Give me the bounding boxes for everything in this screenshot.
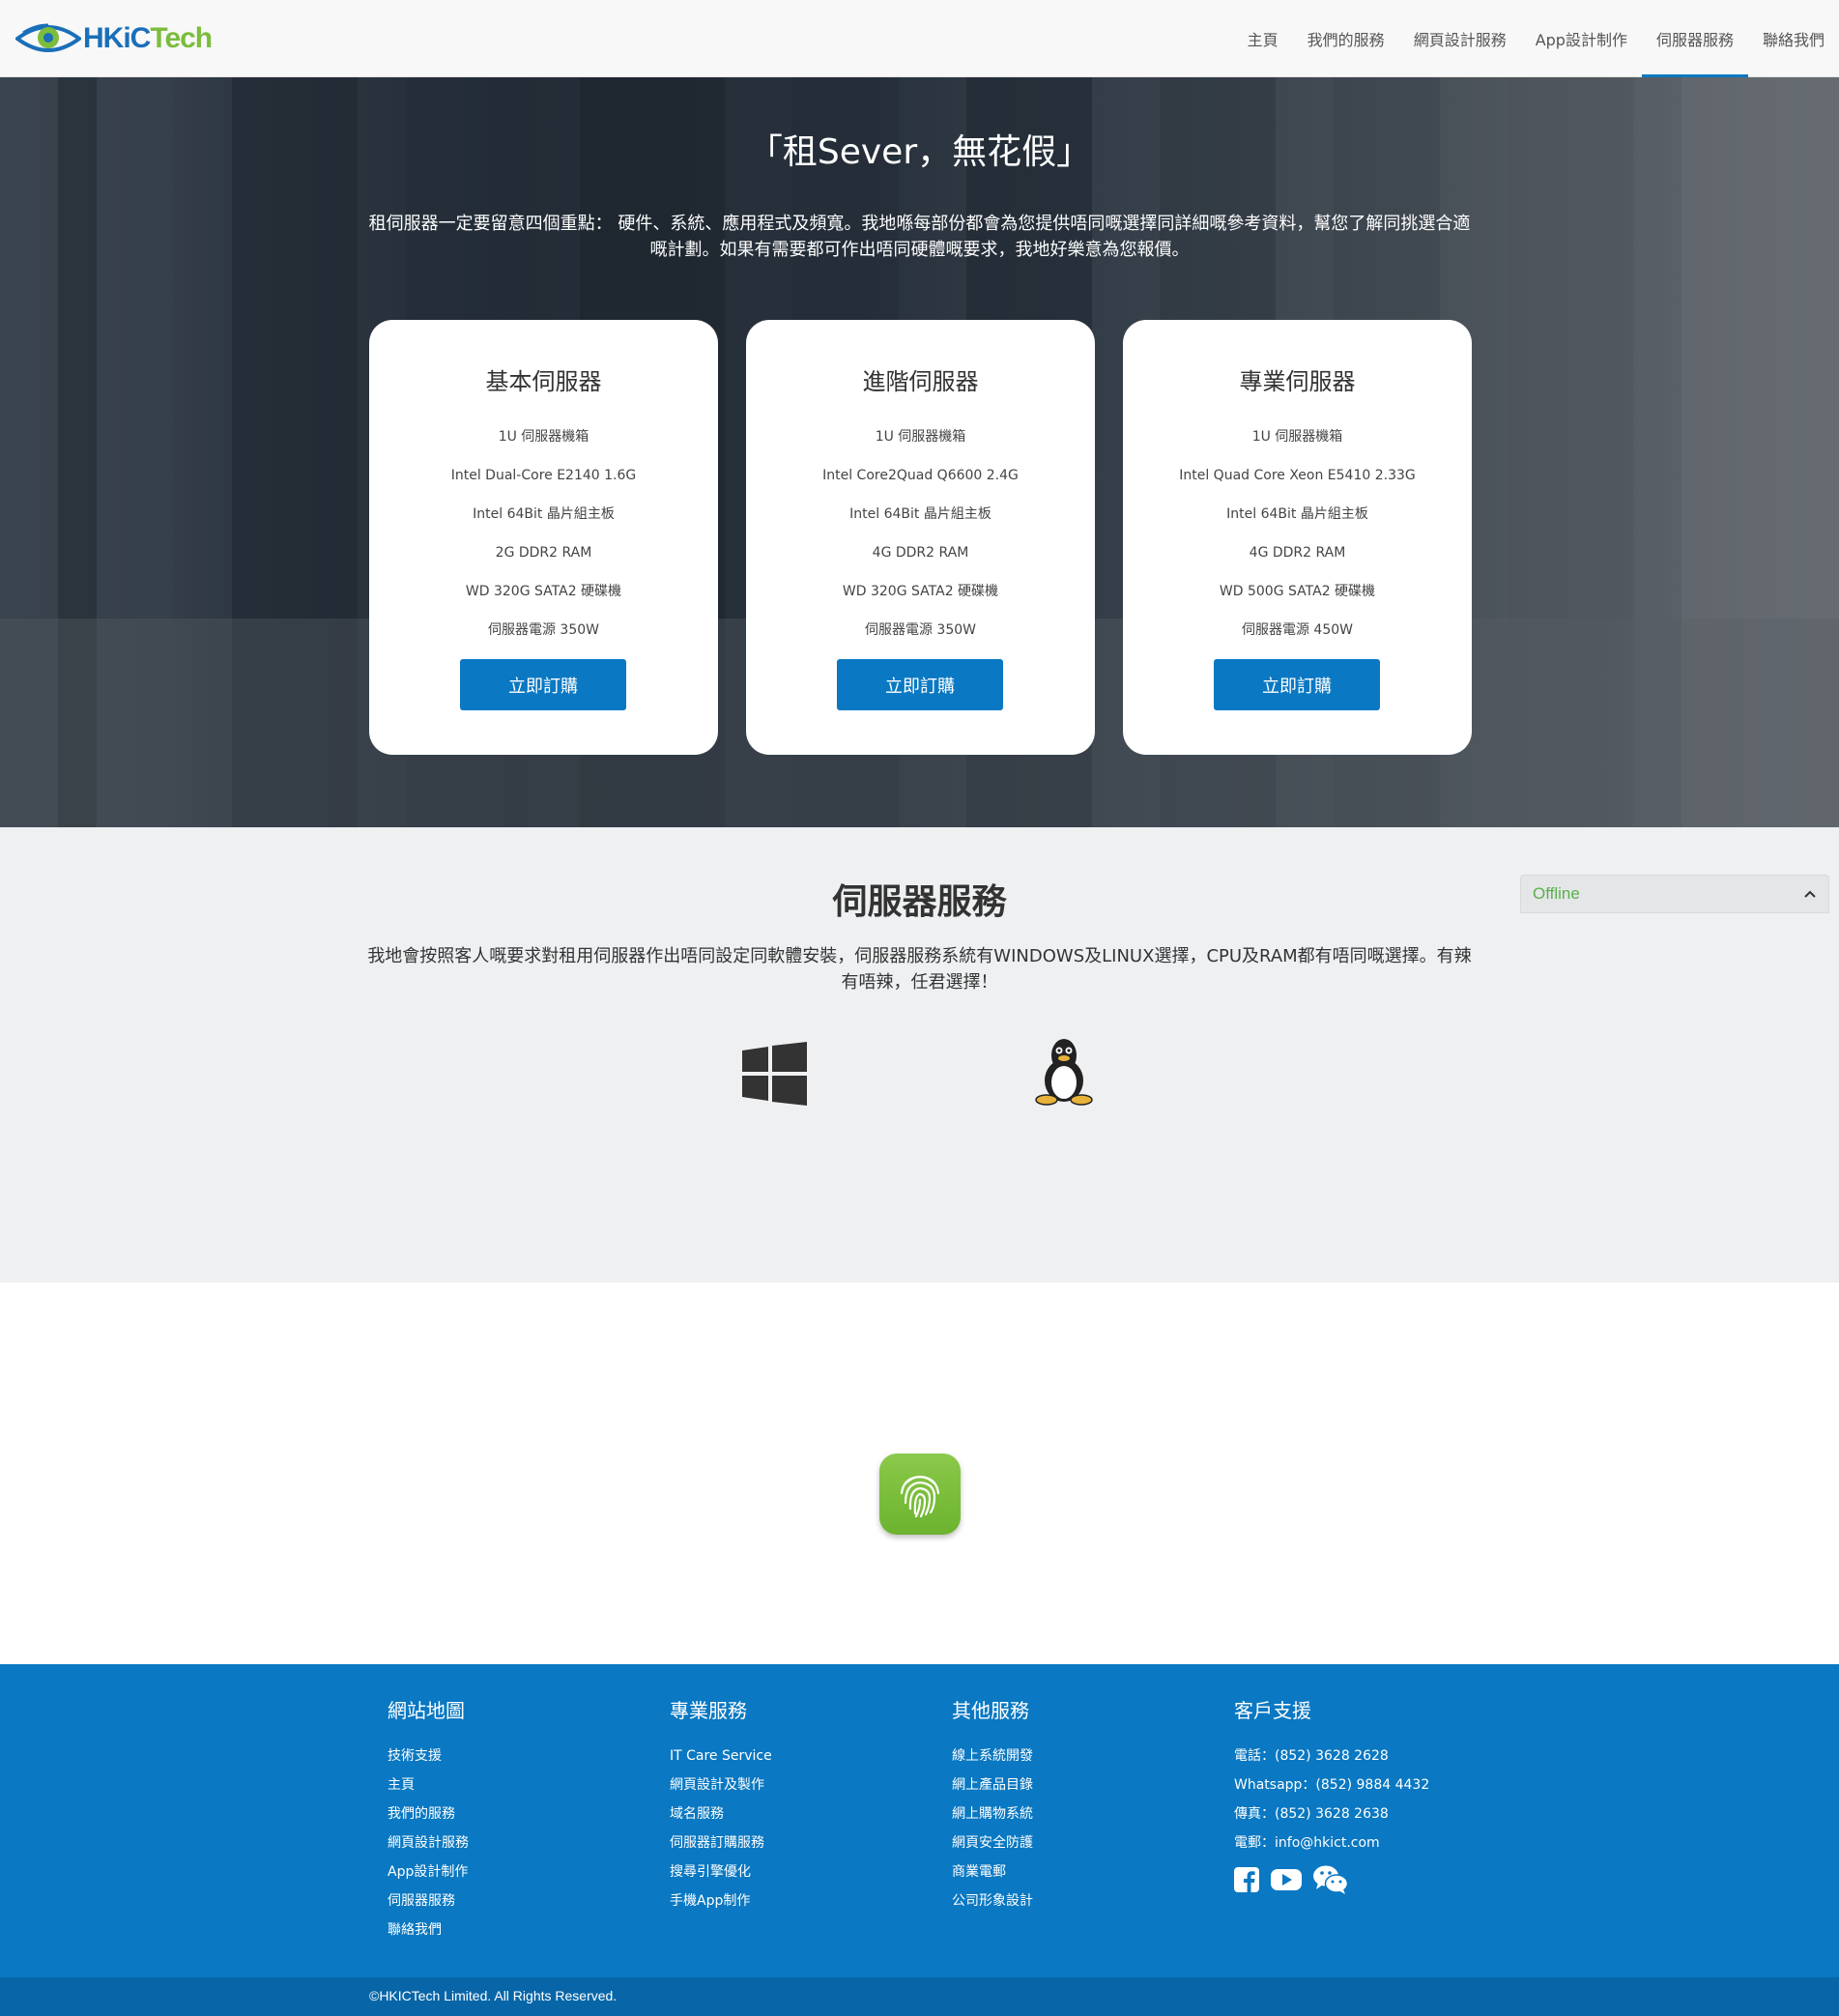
fingerprint-icon: [879, 1454, 961, 1535]
chat-status: Offline: [1533, 884, 1580, 903]
footer-link[interactable]: 伺服器訂購服務: [670, 1829, 772, 1858]
footer-link[interactable]: 網上購物系統: [952, 1800, 1033, 1829]
support-email[interactable]: 電郵：info@hkict.com: [1234, 1829, 1429, 1858]
footer-link[interactable]: 域名服務: [670, 1800, 772, 1829]
plan-spec-list: 1U 伺服器機箱 Intel Core2Quad Q6600 2.4G Inte…: [746, 418, 1095, 649]
footer-link[interactable]: 手機App制作: [670, 1886, 772, 1915]
navbar: HKiCTech 主頁 我們的服務 網頁設計服務 App設計制作 伺服器服務 聯…: [0, 0, 1839, 77]
copyright-text: ©HKICTech Limited. All Rights Reserved.: [369, 1988, 618, 2003]
support-fax: 傳真：(852) 3628 2638: [1234, 1806, 1389, 1822]
plan-spec: Intel 64Bit 晶片組主板: [473, 506, 615, 522]
site-logo[interactable]: HKiCTech: [15, 15, 213, 62]
eye-logo-icon: [15, 23, 81, 52]
footer-column-title: 網站地圖: [388, 1699, 465, 1722]
footer-column-title: 客戶支援: [1234, 1699, 1311, 1722]
plan-spec: WD 320G SATA2 硬碟機: [465, 584, 622, 599]
plan-spec: Intel Quad Core Xeon E5410 2.33G: [1179, 468, 1416, 483]
footer-link[interactable]: 商業電郵: [952, 1858, 1033, 1886]
copyright-bar: ©HKICTech Limited. All Rights Reserved.: [0, 1977, 1839, 2016]
plan-spec: Intel 64Bit 晶片組主板: [849, 506, 991, 522]
footer-link[interactable]: 線上系統開發: [952, 1742, 1033, 1771]
footer-column-title: 專業服務: [670, 1699, 747, 1722]
plan-spec: Intel 64Bit 晶片組主板: [1226, 506, 1368, 522]
footer-link[interactable]: 我們的服務: [388, 1800, 469, 1829]
footer-link[interactable]: 網頁設計及製作: [670, 1771, 772, 1800]
plan-spec: 1U 伺服器機箱: [1251, 429, 1343, 445]
main-nav: 主頁 我們的服務 網頁設計服務 App設計制作 伺服器服務 聯絡我們: [1233, 0, 1839, 77]
footer-link[interactable]: 網上產品目錄: [952, 1771, 1033, 1800]
footer-link[interactable]: 搜尋引擎優化: [670, 1858, 772, 1886]
order-now-button[interactable]: 立即訂購: [1214, 659, 1380, 710]
footer-column-customer-support: 客戶支援 電話：(852) 3628 2628 Whatsapp：(852) 9…: [1234, 1697, 1429, 1898]
hero-section: 「租Sever，無花假」 租伺服器一定要留意四個重點： 硬件、系統、應用程式及頻…: [0, 77, 1839, 827]
plan-spec: 伺服器電源 450W: [1241, 622, 1353, 638]
footer-link[interactable]: App設計制作: [388, 1858, 469, 1886]
plan-spec-list: 1U 伺服器機箱 Intel Quad Core Xeon E5410 2.33…: [1123, 418, 1472, 649]
hero-description: 租伺服器一定要留意四個重點： 硬件、系統、應用程式及頻寬。我地喺每部份都會為您提…: [368, 214, 1471, 260]
support-whatsapp[interactable]: Whatsapp：(852) 9884 4432: [1234, 1771, 1429, 1800]
plan-spec: 1U 伺服器機箱: [875, 429, 966, 445]
footer-link[interactable]: 網頁安全防護: [952, 1829, 1033, 1858]
footer-column-sitemap: 網站地圖 技術支援 主頁 我們的服務 網頁設計服務 App設計制作 伺服器服務 …: [388, 1697, 469, 1944]
fingerprint-section: [0, 1282, 1839, 1664]
plan-spec: 伺服器電源 350W: [487, 622, 599, 638]
plan-spec: Intel Dual-Core E2140 1.6G: [450, 468, 637, 483]
chat-widget[interactable]: Offline: [1520, 875, 1829, 913]
footer-column-other-services: 其他服務 線上系統開發 網上產品目錄 網上購物系統 網頁安全防護 商業電郵 公司…: [952, 1697, 1033, 1915]
plan-spec: WD 320G SATA2 硬碟機: [842, 584, 999, 599]
facebook-icon[interactable]: [1234, 1867, 1259, 1896]
section-description: 我地會按照客人嘅要求對租用伺服器作出唔同設定同軟體安裝，伺服器服務系統有WIND…: [367, 946, 1472, 993]
footer-link[interactable]: 公司形象設計: [952, 1886, 1033, 1915]
nav-home[interactable]: 主頁: [1233, 0, 1293, 77]
chevron-up-icon: [1804, 890, 1816, 898]
nav-contact[interactable]: 聯絡我們: [1748, 0, 1839, 77]
youtube-icon[interactable]: [1271, 1868, 1302, 1895]
plan-spec: Intel Core2Quad Q6600 2.4G: [822, 468, 1019, 483]
order-now-button[interactable]: 立即訂購: [837, 659, 1003, 710]
social-links: [1234, 1865, 1429, 1898]
hero-title: 「租Sever，無花假」: [747, 132, 1092, 172]
plan-card-advanced: 進階伺服器 1U 伺服器機箱 Intel Core2Quad Q6600 2.4…: [746, 320, 1095, 755]
linux-icon: [1035, 1039, 1093, 1106]
plan-spec: 4G DDR2 RAM: [1249, 545, 1346, 561]
footer-link[interactable]: 主頁: [388, 1771, 469, 1800]
logo-text: HKiCTech: [83, 22, 213, 54]
plan-title: 進階伺服器: [862, 368, 979, 395]
wechat-icon[interactable]: [1313, 1865, 1349, 1898]
footer-link[interactable]: 聯絡我們: [388, 1915, 469, 1944]
footer-link[interactable]: 伺服器服務: [388, 1886, 469, 1915]
footer-link[interactable]: 技術支援: [388, 1742, 469, 1771]
plan-spec: 2G DDR2 RAM: [495, 545, 592, 561]
plan-title: 專業伺服器: [1239, 368, 1356, 395]
plan-spec: 1U 伺服器機箱: [498, 429, 589, 445]
order-now-button[interactable]: 立即訂購: [460, 659, 626, 710]
plan-card-basic: 基本伺服器 1U 伺服器機箱 Intel Dual-Core E2140 1.6…: [369, 320, 718, 755]
nav-app-design[interactable]: App設計制作: [1521, 0, 1642, 77]
plan-spec: WD 500G SATA2 硬碟機: [1219, 584, 1376, 599]
plan-title: 基本伺服器: [485, 368, 602, 395]
footer-column-title: 其他服務: [952, 1699, 1029, 1722]
nav-server-services[interactable]: 伺服器服務: [1641, 0, 1749, 77]
nav-web-design[interactable]: 網頁設計服務: [1399, 0, 1521, 77]
footer-link[interactable]: IT Care Service: [670, 1742, 772, 1771]
plan-spec: 伺服器電源 350W: [864, 622, 976, 638]
footer-link[interactable]: 網頁設計服務: [388, 1829, 469, 1858]
windows-icon: [742, 1042, 807, 1106]
footer: 網站地圖 技術支援 主頁 我們的服務 網頁設計服務 App設計制作 伺服器服務 …: [0, 1664, 1839, 1977]
nav-our-services[interactable]: 我們的服務: [1293, 0, 1399, 77]
footer-column-professional-services: 專業服務 IT Care Service 網頁設計及製作 域名服務 伺服器訂購服…: [670, 1697, 772, 1915]
plan-spec: 4G DDR2 RAM: [872, 545, 969, 561]
plan-card-professional: 專業伺服器 1U 伺服器機箱 Intel Quad Core Xeon E541…: [1123, 320, 1472, 755]
plan-spec-list: 1U 伺服器機箱 Intel Dual-Core E2140 1.6G Inte…: [369, 418, 718, 649]
support-phone[interactable]: 電話：(852) 3628 2628: [1234, 1742, 1429, 1771]
